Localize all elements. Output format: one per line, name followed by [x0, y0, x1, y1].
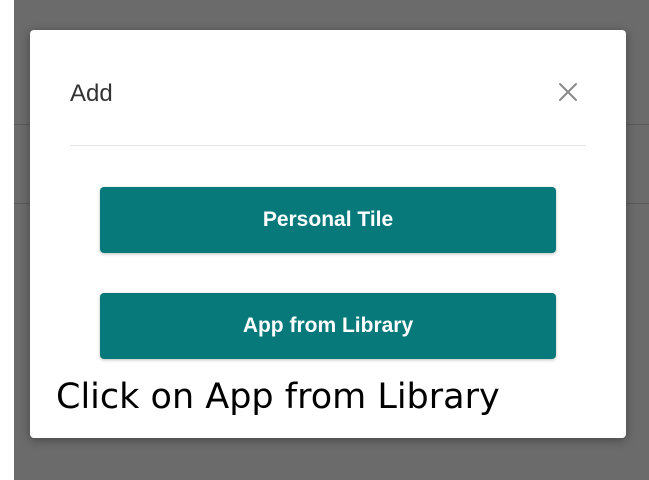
title-divider	[70, 145, 586, 146]
app-from-library-label: App from Library	[242, 314, 414, 337]
close-button[interactable]	[552, 76, 584, 108]
dialog-title: Add	[70, 80, 113, 107]
app-from-library-button[interactable]: App from Library	[100, 293, 556, 359]
add-dialog: Add Personal Tile App from Library Click…	[30, 30, 626, 438]
instruction-caption: Click on App from Library	[56, 377, 500, 417]
personal-tile-button[interactable]: Personal Tile	[100, 187, 556, 253]
close-icon	[559, 83, 577, 101]
background-edge	[0, 0, 14, 480]
personal-tile-label: Personal Tile	[262, 208, 394, 231]
